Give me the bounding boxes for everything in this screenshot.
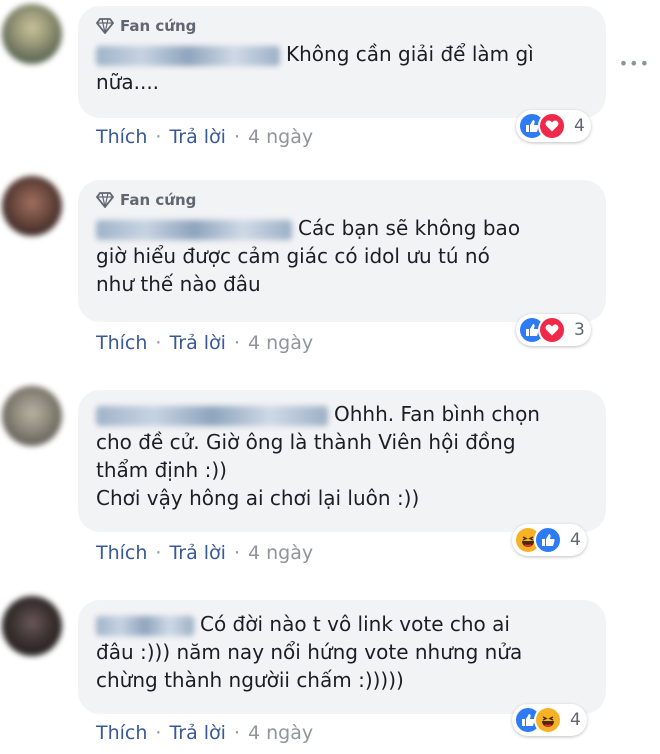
- like-link[interactable]: Thích: [96, 542, 147, 564]
- reaction-count: 3: [574, 320, 585, 340]
- love-icon: [538, 112, 566, 140]
- commenter-name[interactable]: [96, 219, 292, 240]
- reaction-summary[interactable]: 4: [512, 704, 587, 736]
- comment-text: Các bạn sẽ không bao: [298, 216, 521, 240]
- comment-text: chừng thành ngườii chấm :))))): [96, 668, 404, 692]
- comment-text: Chơi vậy hông ai chơi lại luôn :)): [96, 486, 420, 510]
- comment-text: Có đời nào t vô link vote cho ai: [200, 612, 510, 636]
- comment-bubble: Có đời nào t vô link vote cho ai đâu :))…: [78, 600, 606, 714]
- reaction-summary[interactable]: 4: [512, 524, 587, 556]
- comment-text: đâu :))) năm nay nổi hứng vote nhưng nửa: [96, 640, 523, 664]
- reply-link[interactable]: Trả lời: [169, 332, 226, 354]
- reply-link[interactable]: Trả lời: [169, 126, 226, 148]
- reaction-count: 4: [570, 710, 581, 730]
- timestamp[interactable]: 4 ngày: [248, 126, 313, 148]
- comment-actions: Thích · Trả lời · 4 ngày: [96, 332, 314, 354]
- badge-label: Fan cứng: [120, 191, 197, 209]
- reaction-count: 4: [574, 116, 585, 136]
- like-icon: [534, 526, 562, 554]
- comment-text: thẩm định :)): [96, 458, 227, 482]
- commenter-name[interactable]: [96, 405, 328, 426]
- avatar[interactable]: [2, 176, 62, 236]
- reply-link[interactable]: Trả lời: [169, 542, 226, 564]
- comment-text: Không cần giải để làm gì: [286, 42, 534, 66]
- reaction-count: 4: [570, 530, 581, 550]
- diamond-icon: [96, 18, 114, 34]
- avatar[interactable]: [2, 596, 62, 656]
- timestamp[interactable]: 4 ngày: [248, 722, 313, 744]
- timestamp[interactable]: 4 ngày: [248, 332, 313, 354]
- comment-bubble: Fan cứng Không cần giải để làm gì nữa...…: [78, 6, 606, 118]
- avatar[interactable]: [2, 386, 62, 446]
- reaction-summary[interactable]: 4: [516, 110, 591, 142]
- commenter-name[interactable]: [96, 615, 194, 636]
- timestamp[interactable]: 4 ngày: [248, 542, 313, 564]
- commenter-name[interactable]: [96, 45, 280, 66]
- comment-bubble: Ohhh. Fan bình chọn cho đề cử. Giờ ông l…: [78, 390, 606, 532]
- like-link[interactable]: Thích: [96, 126, 147, 148]
- avatar[interactable]: [2, 4, 62, 64]
- comment-bubble: Fan cứng Các bạn sẽ không bao giờ hiểu đ…: [78, 180, 606, 322]
- comment-text: nữa....: [96, 70, 160, 94]
- reaction-summary[interactable]: 3: [516, 314, 591, 346]
- fan-badge: Fan cứng: [96, 14, 590, 38]
- comment-actions: Thích · Trả lời · 4 ngày: [96, 722, 314, 744]
- love-icon: [538, 316, 566, 344]
- like-link[interactable]: Thích: [96, 332, 147, 354]
- comment-text: cho đề cử. Giờ ông là thành Viên hội đồn…: [96, 430, 516, 454]
- comment-text: như thế nào đâu: [96, 272, 261, 296]
- comment-text: Ohhh. Fan bình chọn: [334, 402, 540, 426]
- diamond-icon: [96, 192, 114, 208]
- fan-badge: Fan cứng: [96, 188, 590, 212]
- haha-icon: [534, 706, 562, 734]
- badge-label: Fan cứng: [120, 17, 197, 35]
- comment-actions: Thích · Trả lời · 4 ngày: [96, 126, 314, 148]
- like-link[interactable]: Thích: [96, 722, 147, 744]
- reply-link[interactable]: Trả lời: [169, 722, 226, 744]
- more-icon[interactable]: •••: [619, 54, 650, 73]
- comment-text: giờ hiểu được cảm giác có idol ưu tú nó: [96, 244, 490, 268]
- comment-actions: Thích · Trả lời · 4 ngày: [96, 542, 314, 564]
